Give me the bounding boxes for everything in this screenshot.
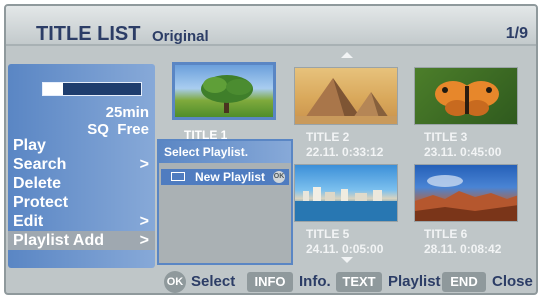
- menu-item-label: Edit: [13, 213, 44, 230]
- disc-space-bar: [42, 82, 142, 96]
- options-menu: Play Search > Delete Protect Edit > Play…: [8, 136, 155, 250]
- tree-icon: [201, 75, 253, 113]
- menu-item-label: Protect: [13, 194, 69, 211]
- scroll-down-icon[interactable]: [341, 257, 353, 263]
- new-playlist-label: New Playlist: [195, 170, 266, 184]
- title-date-5: 24.11. 0:05:00: [306, 242, 384, 256]
- menu-item-edit[interactable]: Edit >: [8, 212, 155, 231]
- title-date-3: 23.11. 0:45:00: [424, 145, 502, 159]
- info-key-icon: INFO: [247, 272, 293, 292]
- disc-remaining-time: 25min: [105, 104, 149, 121]
- page-title: TITLE LIST: [36, 23, 141, 45]
- menu-item-delete[interactable]: Delete: [8, 174, 155, 193]
- header-bar: TITLE LIST Original 1/9: [6, 6, 536, 46]
- chevron-right-icon: >: [139, 156, 149, 173]
- select-hint: Select: [191, 273, 236, 290]
- info-hint: Info.: [299, 273, 331, 290]
- title-label-2: TITLE 2: [306, 130, 350, 144]
- menu-item-label: Playlist Add: [13, 232, 104, 249]
- rock-formation-icon: [415, 175, 517, 221]
- end-key-icon: END: [442, 272, 486, 292]
- menu-item-label: Delete: [13, 175, 62, 192]
- menu-item-label: Play: [13, 137, 46, 154]
- footer-help-bar: OK Select INFO Info. TEXT Playlist END C…: [6, 268, 536, 293]
- scroll-up-icon[interactable]: [341, 52, 353, 58]
- playlist-icon: [171, 172, 185, 181]
- menu-item-protect[interactable]: Protect: [8, 193, 155, 212]
- popup-title: Select Playlist.: [159, 141, 291, 163]
- butterfly-icon: [435, 81, 499, 116]
- new-playlist-option[interactable]: New Playlist OK: [161, 169, 289, 185]
- title-date-2: 22.11. 0:33:12: [306, 145, 384, 159]
- playlist-hint: Playlist: [388, 273, 441, 290]
- title-list-screen: TITLE LIST Original 1/9 25min SQ Free Pl…: [4, 4, 538, 295]
- chevron-right-icon: >: [139, 232, 149, 249]
- ok-button-icon: OK: [164, 271, 186, 293]
- menu-item-play[interactable]: Play: [8, 136, 155, 155]
- title-thumbnail-2[interactable]: [294, 67, 398, 125]
- chevron-right-icon: >: [139, 213, 149, 230]
- title-label-6: TITLE 6: [424, 227, 468, 241]
- menu-item-search[interactable]: Search >: [8, 155, 155, 174]
- title-thumbnail-3[interactable]: [414, 67, 518, 125]
- title-thumbnail-1[interactable]: [172, 62, 276, 120]
- pyramids-icon: [295, 78, 397, 124]
- ok-badge-icon: OK: [273, 171, 285, 183]
- options-panel: 25min SQ Free Play Search > Delete Prote…: [8, 64, 155, 268]
- title-thumbnail-6[interactable]: [414, 164, 518, 222]
- title-label-5: TITLE 5: [306, 227, 350, 241]
- page-subtitle: Original: [152, 28, 209, 45]
- text-key-icon: TEXT: [336, 272, 382, 292]
- title-thumbnail-5[interactable]: [294, 164, 398, 222]
- select-playlist-popup: Select Playlist. New Playlist OK: [157, 139, 293, 265]
- title-date-6: 28.11. 0:08:42: [424, 242, 502, 256]
- harbor-icon: [295, 187, 397, 221]
- menu-item-label: Search: [13, 156, 67, 173]
- title-label-3: TITLE 3: [424, 130, 468, 144]
- close-hint: Close: [492, 273, 533, 290]
- menu-item-playlist-add[interactable]: Playlist Add >: [8, 231, 155, 250]
- disc-space-fill: [43, 83, 63, 95]
- page-number: 1/9: [505, 25, 528, 42]
